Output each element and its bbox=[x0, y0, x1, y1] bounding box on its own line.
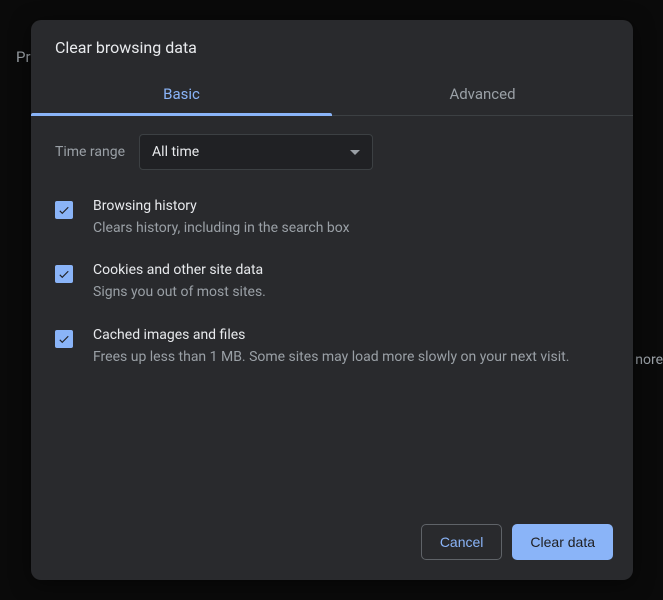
option-title: Cached images and files bbox=[93, 327, 609, 343]
clear-browsing-data-dialog: Clear browsing data Basic Advanced Time … bbox=[31, 20, 633, 580]
option-cached: Cached images and files Frees up less th… bbox=[55, 327, 609, 367]
tab-basic[interactable]: Basic bbox=[31, 77, 332, 115]
dialog-footer: Cancel Clear data bbox=[31, 508, 633, 580]
time-range-select[interactable]: All time bbox=[139, 134, 373, 170]
checkbox-browsing-history[interactable] bbox=[55, 201, 73, 219]
time-range-value: All time bbox=[152, 144, 199, 160]
tab-advanced[interactable]: Advanced bbox=[332, 77, 633, 115]
option-text: Cookies and other site data Signs you ou… bbox=[93, 262, 609, 302]
time-range-row: Time range All time bbox=[55, 134, 609, 170]
option-cookies: Cookies and other site data Signs you ou… bbox=[55, 262, 609, 302]
time-range-label: Time range bbox=[55, 144, 125, 160]
option-title: Cookies and other site data bbox=[93, 262, 609, 278]
option-title: Browsing history bbox=[93, 198, 609, 214]
check-icon bbox=[57, 267, 71, 281]
check-icon bbox=[57, 203, 71, 217]
background-page-text: nore bbox=[635, 352, 663, 368]
cancel-button[interactable]: Cancel bbox=[421, 524, 503, 560]
option-text: Cached images and files Frees up less th… bbox=[93, 327, 609, 367]
option-browsing-history: Browsing history Clears history, includi… bbox=[55, 198, 609, 238]
option-description: Clears history, including in the search … bbox=[93, 218, 609, 238]
tabs: Basic Advanced bbox=[31, 77, 633, 116]
checkbox-cached[interactable] bbox=[55, 330, 73, 348]
dialog-title: Clear browsing data bbox=[31, 20, 633, 77]
dialog-content: Time range All time Browsing history Cle… bbox=[31, 116, 633, 508]
option-description: Signs you out of most sites. bbox=[93, 282, 609, 302]
clear-data-button[interactable]: Clear data bbox=[512, 524, 613, 560]
checkbox-cookies[interactable] bbox=[55, 265, 73, 283]
chevron-down-icon bbox=[350, 150, 360, 155]
check-icon bbox=[57, 332, 71, 346]
option-description: Frees up less than 1 MB. Some sites may … bbox=[93, 347, 609, 367]
option-text: Browsing history Clears history, includi… bbox=[93, 198, 609, 238]
